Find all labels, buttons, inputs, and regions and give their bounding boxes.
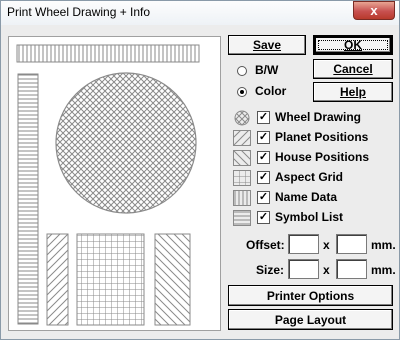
symbol-list-block [17,73,39,325]
preview-drawing [16,44,200,326]
close-button[interactable]: x [353,1,395,20]
offset-y-input[interactable] [336,234,367,254]
house-positions-block [154,233,191,326]
aspect-grid-label: Aspect Grid [275,170,344,184]
name-data-label: Name Data [275,190,338,204]
close-icon: x [370,3,378,18]
save-button[interactable]: Save [228,35,306,55]
size-x-separator: x [323,263,330,277]
planet-positions-label: Planet Positions [275,130,369,144]
wheel-block [55,72,197,214]
help-button-label: Help [339,85,366,99]
save-button-label: Save [252,38,282,52]
aspect-grid-checkbox[interactable]: ✓ [257,171,270,184]
offset-x-separator: x [323,238,330,252]
house-positions-label: House Positions [275,150,370,164]
wheel-drawing-label: Wheel Drawing [275,110,362,124]
size-unit: mm. [371,263,396,277]
aspect-grid-icon [233,170,251,186]
ok-button[interactable]: OK [313,35,393,55]
name-data-block [16,44,200,63]
printer-options-button[interactable]: Printer Options [228,285,393,306]
planet-positions-block [46,233,69,326]
focus-rect [318,40,388,50]
house-positions-icon [233,150,251,166]
size-y-input[interactable] [336,259,367,279]
planet-positions-checkbox[interactable]: ✓ [257,131,270,144]
cancel-button-label: Cancel [333,62,373,76]
radio-color-circle[interactable] [237,87,247,97]
page-layout-label: Page Layout [274,312,347,327]
size-label: Size: [256,263,285,277]
wheel-icon [234,110,250,126]
planet-positions-icon [233,130,251,146]
name-data-checkbox[interactable]: ✓ [257,191,270,204]
cancel-button[interactable]: Cancel [313,59,393,79]
size-x-input[interactable] [288,259,319,279]
symbol-list-checkbox[interactable]: ✓ [257,211,270,224]
name-data-icon [233,190,251,206]
printer-options-label: Printer Options [266,288,355,303]
radio-bw-circle[interactable] [237,66,247,76]
page-preview [8,36,221,331]
radio-color-label: Color [255,84,287,98]
house-positions-checkbox[interactable]: ✓ [257,151,270,164]
help-button[interactable]: Help [313,82,393,102]
offset-label: Offset: [246,238,285,252]
wheel-drawing-checkbox[interactable]: ✓ [257,111,270,124]
aspect-grid-block [76,233,145,326]
offset-unit: mm. [371,238,396,252]
radio-bw-label: B/W [255,63,279,77]
offset-x-input[interactable] [288,234,319,254]
page-layout-button[interactable]: Page Layout [228,309,393,330]
window-title: Print Wheel Drawing + Info [7,5,151,19]
dialog-window: Print Wheel Drawing + Info x Save OK Can… [0,0,400,340]
symbol-list-label: Symbol List [275,210,344,224]
title-bar[interactable]: Print Wheel Drawing + Info x [1,1,399,25]
symbol-list-icon [233,210,251,226]
